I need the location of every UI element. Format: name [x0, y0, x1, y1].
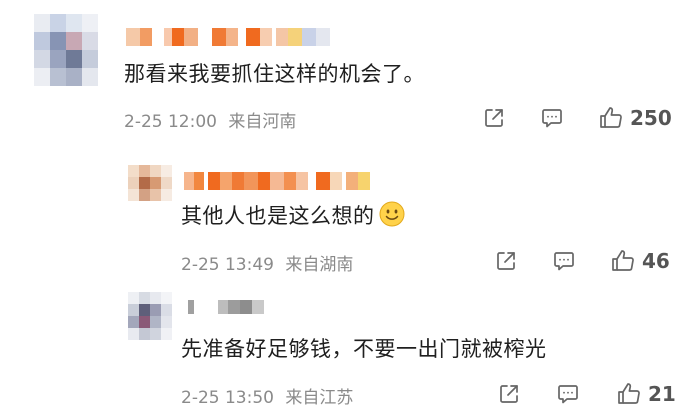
like-icon	[600, 107, 622, 128]
like-icon	[612, 250, 634, 271]
comment-meta: 2-25 13:50 来自江苏	[181, 383, 353, 408]
share-button[interactable]	[497, 382, 521, 406]
share-icon	[485, 109, 503, 127]
like-button[interactable]: 46	[610, 248, 670, 274]
like-count: 250	[630, 106, 672, 130]
share-button[interactable]	[494, 249, 518, 273]
avatar[interactable]	[128, 292, 172, 340]
reply-button[interactable]	[555, 382, 581, 406]
reply-icon	[558, 385, 578, 404]
comment-text: 其他人也是这么想的	[181, 200, 405, 230]
comment-date: 2-25 12:00	[124, 112, 217, 132]
like-count: 46	[642, 249, 670, 273]
like-icon	[618, 383, 640, 404]
avatar[interactable]	[128, 165, 172, 201]
reply-icon	[542, 109, 562, 128]
share-button[interactable]	[482, 106, 506, 130]
username-redacted[interactable]	[184, 172, 384, 190]
like-count: 21	[648, 382, 676, 406]
comment-date: 2-25 13:49	[181, 255, 274, 275]
comment-text: 那看来我要抓住这样的机会了。	[124, 62, 425, 86]
comment-location: 来自河南	[228, 112, 297, 132]
username-redacted[interactable]	[188, 300, 308, 314]
avatar[interactable]	[34, 14, 98, 86]
comment-text-content: 其他人也是这么想的	[181, 204, 375, 228]
smile-emoji-icon	[379, 201, 404, 227]
reply-button[interactable]	[539, 106, 565, 130]
comment-location: 来自湖南	[285, 255, 354, 275]
like-button[interactable]: 21	[616, 381, 676, 407]
comment-meta: 2-25 13:49 来自湖南	[181, 250, 353, 275]
comment-location: 来自江苏	[285, 388, 354, 408]
comment-text: 先准备好足够钱，不要一出门就被榨光	[181, 337, 547, 361]
username-redacted[interactable]	[126, 28, 338, 46]
share-icon	[500, 385, 518, 403]
like-button[interactable]: 250	[598, 105, 672, 131]
comment-date: 2-25 13:50	[181, 388, 274, 408]
reply-button[interactable]	[551, 249, 577, 273]
comment-meta: 2-25 12:00 来自河南	[124, 107, 296, 132]
share-icon	[497, 252, 515, 270]
reply-icon	[554, 252, 574, 271]
